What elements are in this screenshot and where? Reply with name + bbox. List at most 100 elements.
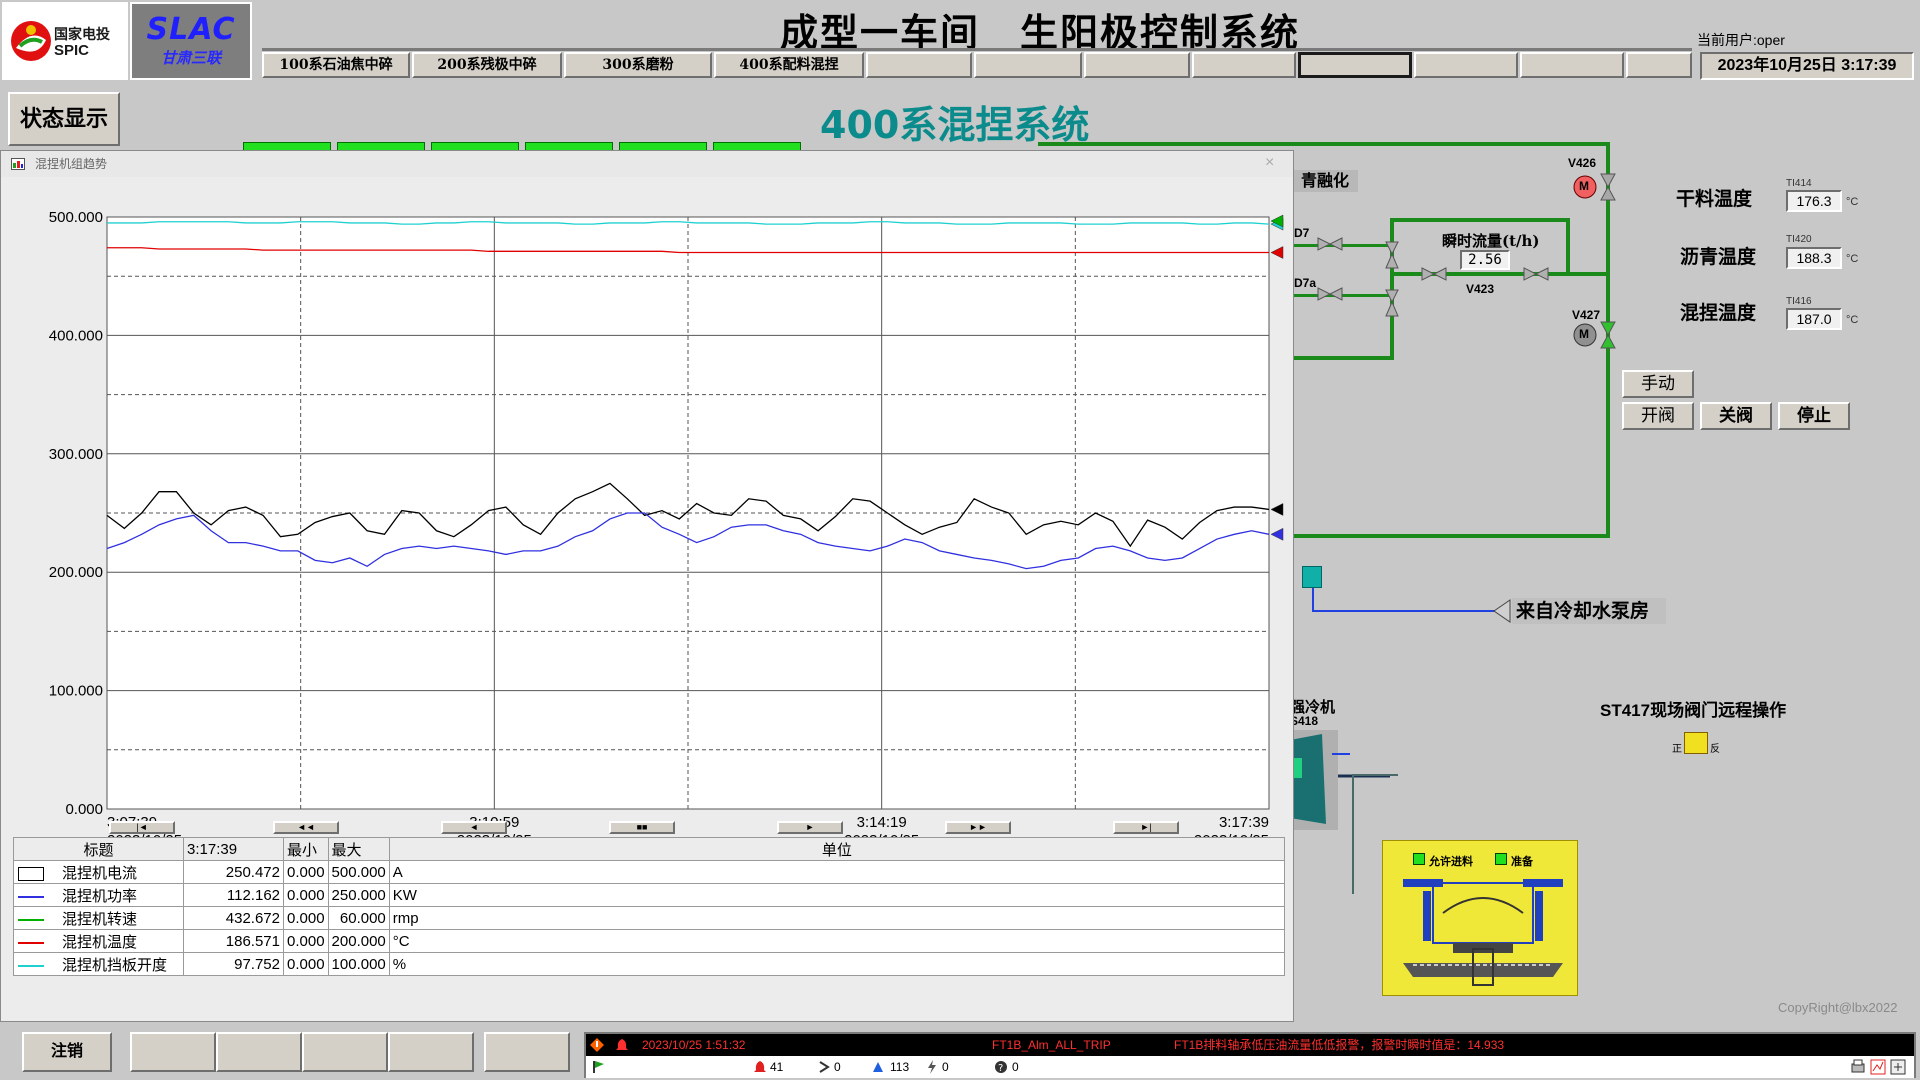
title-divider [262, 48, 1692, 51]
cooling-pipe-horizontal [1312, 610, 1498, 612]
count-info-icon [873, 1062, 883, 1072]
alarm-print-icon[interactable] [1850, 1059, 1866, 1075]
alarm-row[interactable]: 2023/10/25 1:51:32 FT1B_Alm_ALL_TRIP FT1… [586, 1034, 1914, 1056]
open-valve-button[interactable]: 开阀 [1622, 402, 1694, 430]
legend-min: 0.000 [283, 906, 329, 930]
legend-header-max: 最大 [327, 837, 390, 861]
valve-d7a-icon[interactable] [1316, 286, 1346, 302]
legend-unit: rmp [388, 906, 1286, 930]
tab-empty-selected[interactable] [1298, 52, 1412, 78]
status-display-button[interactable]: 状态显示 [8, 92, 120, 146]
motor-v426-label: M [1579, 179, 1589, 193]
legend-row[interactable]: 混捏机温度 186.571 0.000 200.000 °C [13, 929, 1286, 953]
tab-empty-6[interactable] [1520, 52, 1624, 78]
tab-empty-1[interactable] [866, 52, 972, 78]
manual-button[interactable]: 手动 [1622, 370, 1694, 398]
legend-row[interactable]: 混捏机挡板开度 97.752 0.000 100.000 % [13, 952, 1286, 976]
trend-chart: 500.000 400.000 300.000 200.000 100.000 0.000… [49, 209, 1284, 837]
legend-unit: % [388, 952, 1286, 976]
trend-close-button[interactable]: × [1265, 154, 1274, 172]
pipe-mid-right [1566, 218, 1570, 276]
logout-button[interactable]: 注销 [22, 1032, 112, 1072]
system-title: 400系混捏系统 [820, 103, 1090, 147]
dry-temp-label: 干料温度 [1676, 188, 1753, 210]
tab-400[interactable]: 400系配料混捏 [714, 52, 864, 78]
tab-empty-3[interactable] [1084, 52, 1190, 78]
legend-max: 100.000 [327, 952, 390, 976]
valve-v423a-icon[interactable] [1420, 266, 1450, 282]
valve-d7-icon[interactable] [1316, 236, 1346, 252]
trend-title: 混捏机组趋势 [35, 157, 108, 171]
legend-value: 112.162 [183, 883, 284, 907]
pipe-top [1038, 142, 1610, 146]
knead-temp-unit: °C [1846, 314, 1859, 326]
legend-max: 60.000 [327, 906, 390, 930]
stop-button[interactable]: 停止 [1778, 402, 1850, 430]
pipe-lower-left [1292, 356, 1394, 360]
series-marker-arrow [1270, 246, 1284, 259]
datetime-display: 2023年10月25日 3:17:39 [1700, 52, 1914, 80]
cooling-pipe-vertical [1312, 588, 1314, 612]
trend-nav-fast-forward-button[interactable]: ►► [945, 821, 1011, 834]
legend-row[interactable]: 混捏机电流 250.472 0.000 500.000 A [13, 860, 1286, 884]
trend-nav-pause-button[interactable]: ■■ [609, 821, 675, 834]
trend-nav-fast-back-button[interactable]: ◄◄ [273, 821, 339, 834]
y-tick-label: 400.000 [49, 327, 103, 344]
remote-op-label: ST417现场阀门远程操作 [1600, 701, 1787, 720]
tab-300[interactable]: 300系磨粉 [564, 52, 712, 78]
pipe-bottom [1292, 534, 1610, 538]
trend-titlebar[interactable]: 混捏机组趋势 [1, 151, 1293, 177]
bottom-empty-button-5[interactable] [484, 1032, 570, 1072]
cooling-tank-icon [1302, 566, 1322, 588]
tab-200[interactable]: 200系残极中碎 [412, 52, 562, 78]
spic-logo-icon [11, 21, 51, 61]
bottom-empty-button-3[interactable] [302, 1032, 388, 1072]
tab-empty-4[interactable] [1192, 52, 1296, 78]
trend-nav-last-button[interactable]: ►| [1113, 821, 1179, 834]
trend-nav-forward-button[interactable]: ► [777, 821, 843, 834]
spic-logo: 国家电投 SPIC [2, 2, 128, 80]
valve-vertical-1-icon[interactable] [1384, 240, 1400, 270]
legend-min: 0.000 [283, 929, 329, 953]
kneader-machine-icon [1403, 879, 1563, 986]
valve-v423b-icon[interactable] [1522, 266, 1552, 282]
legend-name: 混捏机挡板开度 [62, 956, 168, 974]
bottom-empty-button-4[interactable] [388, 1032, 474, 1072]
legend-header-unit: 单位 [388, 837, 1286, 861]
legend-min: 0.000 [283, 883, 329, 907]
legend-header-min: 最小 [283, 837, 329, 861]
alarm-chart-icon[interactable] [1870, 1059, 1886, 1075]
tab-100[interactable]: 100系石油焦中碎 [262, 52, 410, 78]
alarm-tag: FT1B_Alm_ALL_TRIP [992, 1038, 1111, 1052]
remote-switch[interactable] [1684, 732, 1708, 754]
legend-row[interactable]: 混捏机功率 112.162 0.000 250.000 KW [13, 883, 1286, 907]
flow-label: 瞬时流量(t/h) [1442, 232, 1540, 250]
trend-nav-back-button[interactable]: ◄ [441, 821, 507, 834]
remote-forward-label: 正 [1672, 744, 1682, 755]
tab-empty-7[interactable] [1626, 52, 1692, 78]
trend-nav-first-button[interactable]: |◄ [109, 821, 175, 834]
legend-swatch [18, 941, 44, 944]
valve-v426-icon[interactable] [1598, 172, 1618, 202]
legend-name: 混捏机功率 [62, 887, 138, 905]
bottom-empty-button-1[interactable] [130, 1032, 216, 1072]
alarm-flag-icon[interactable] [592, 1060, 606, 1074]
pitch-temp-tag: TI420 [1786, 234, 1812, 245]
legend-value: 250.472 [183, 860, 284, 884]
tab-empty-5[interactable] [1414, 52, 1518, 78]
legend-row[interactable]: 混捏机转速 432.672 0.000 60.000 rmp [13, 906, 1286, 930]
series-marker-arrow [1270, 503, 1284, 516]
series-marker-arrow [1270, 527, 1284, 541]
alarm-message: FT1B排料轴承低压油流量低低报警，报警时瞬时值是：14.933 [1174, 1038, 1505, 1052]
bottom-empty-button-2[interactable] [216, 1032, 302, 1072]
v423-label: V423 [1466, 282, 1495, 296]
slac-logo: SLAC 甘肃三联 [130, 2, 252, 80]
valve-v427-icon[interactable] [1598, 320, 1618, 350]
legend-unit: A [388, 860, 1286, 884]
knead-temp-tag: TI416 [1786, 296, 1812, 307]
alarm-settings-icon[interactable] [1890, 1059, 1906, 1075]
tab-empty-2[interactable] [974, 52, 1082, 78]
close-valve-button[interactable]: 关阀 [1700, 402, 1772, 430]
d7-label: D7 [1294, 226, 1310, 240]
valve-vertical-2-icon[interactable] [1384, 288, 1400, 318]
